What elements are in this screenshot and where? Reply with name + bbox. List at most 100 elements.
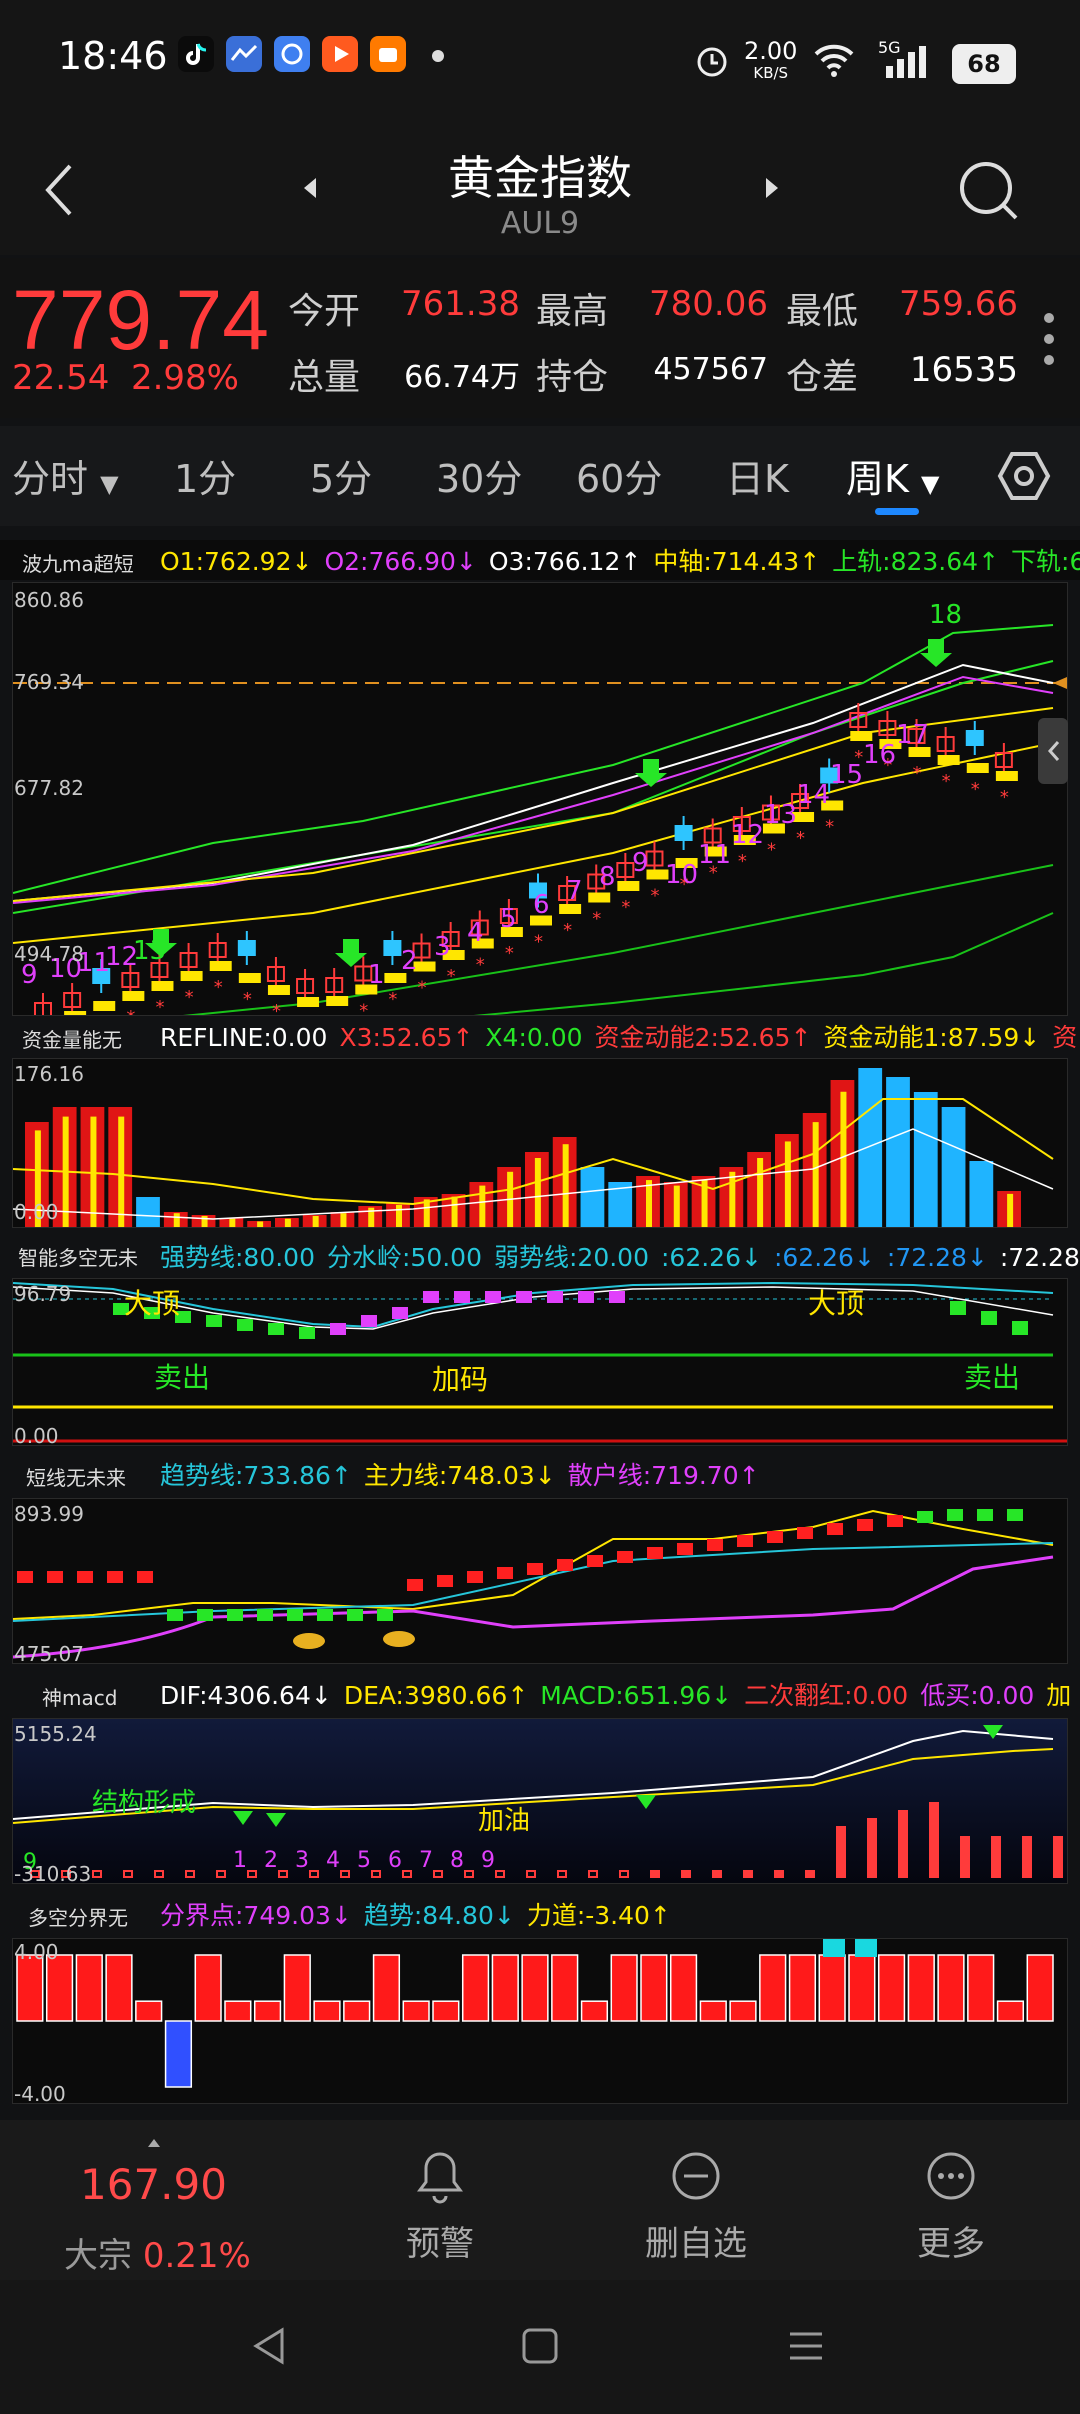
tab-60min[interactable]: 60分 — [576, 448, 662, 503]
sequence-label: 6 — [388, 1848, 402, 1873]
chevron-down-icon: ▼ — [921, 470, 940, 498]
nav-menu-button[interactable] — [786, 2326, 826, 2366]
indicator-name[interactable]: 波九ma超短 — [22, 548, 134, 577]
signal-label: 结构形成 — [92, 1788, 197, 1818]
shop-icon — [370, 36, 406, 72]
short-line-block — [77, 1571, 93, 1583]
trend-marker — [823, 1939, 845, 1957]
y-axis-top: 176.16 — [14, 1062, 84, 1086]
capital-bar-inner — [396, 1204, 402, 1227]
indicator-value: 资金动能1:87.59↓ — [823, 1023, 1041, 1052]
sequence-label: 9 — [632, 848, 649, 878]
tab-5min[interactable]: 5分 — [310, 448, 372, 503]
side-drawer-handle[interactable] — [1038, 718, 1068, 784]
open-label: 今开 — [288, 291, 361, 332]
more-button[interactable]: 更多 — [906, 2148, 996, 2278]
tab-30min[interactable]: 30分 — [436, 448, 522, 503]
macd-bar — [371, 1870, 381, 1878]
short-line-block — [677, 1543, 693, 1555]
stop-marker: * — [388, 989, 397, 1010]
stop-marker: * — [563, 920, 572, 941]
stop-marker: * — [301, 1013, 310, 1015]
stop-marker: * — [738, 851, 747, 872]
alert-label: 预警 — [406, 2224, 474, 2264]
short-line-block — [947, 1509, 963, 1521]
middle-band-line — [12, 660, 1054, 914]
tab-weekly[interactable]: 周K ▼ — [846, 448, 939, 503]
next-instrument-button[interactable] — [762, 176, 780, 200]
short-line-block — [377, 1609, 393, 1621]
short-line-block — [557, 1559, 573, 1571]
short-line-panel[interactable] — [12, 1498, 1068, 1664]
boundary-bar — [461, 1954, 490, 2022]
page-title: 黄金指数 — [448, 151, 632, 205]
macd-bar — [650, 1870, 660, 1878]
indicator-name[interactable]: 神macd — [42, 1682, 117, 1711]
instrument-code: AUL9 — [500, 206, 580, 241]
kline-chart-panel[interactable]: **********************************910111… — [12, 582, 1068, 1058]
indicator-name[interactable]: 资金量能无 — [22, 1024, 122, 1053]
chart-settings-button[interactable] — [996, 448, 1052, 504]
tab-intraday[interactable]: 分时 ▼ — [12, 448, 119, 503]
signal-block — [981, 1311, 997, 1325]
indicator-value: DEA:3980.66↑ — [343, 1681, 529, 1710]
vertical-dots-icon — [1044, 313, 1054, 365]
stop-marker: * — [418, 978, 427, 999]
sequence-label: 13 — [764, 800, 797, 830]
y-axis-bottom: 494.78 — [14, 942, 84, 966]
indicator-value: :62.26↓ — [661, 1243, 762, 1272]
network-speed: 2.00 KB/S — [744, 37, 798, 82]
indicator-values: O1:762.92↓ O2:766.90↓ O3:766.12↑ 中轴:714.43↑… — [160, 542, 1080, 578]
nav-back-button[interactable] — [250, 2326, 290, 2366]
tab-daily[interactable]: 日K — [726, 448, 789, 503]
boundary-bar — [45, 1954, 74, 2022]
stop-marker: * — [447, 966, 456, 987]
bull-bear-boundary-panel[interactable] — [12, 1938, 1068, 2104]
stop-marker: * — [214, 977, 223, 998]
stop-marker: * — [913, 763, 922, 784]
expand-icon[interactable] — [146, 2134, 162, 2147]
browser-icon — [274, 36, 310, 72]
stop-marker: * — [592, 909, 601, 930]
short-line-block — [467, 1571, 483, 1583]
macd-bar — [960, 1836, 970, 1878]
indicator-value: 中轴:714.43↑ — [653, 547, 821, 576]
stop-marker: * — [330, 1012, 339, 1015]
tab-1min[interactable]: 1分 — [174, 448, 236, 503]
capital-bar — [136, 1197, 160, 1227]
macd-bar — [712, 1870, 722, 1878]
more-menu-button[interactable] — [1042, 312, 1056, 366]
market-index-value[interactable]: 167.90 — [80, 2160, 227, 2209]
sell-signal-arrow — [266, 1813, 286, 1827]
short-line-block — [917, 1511, 933, 1523]
candle-body — [674, 825, 693, 841]
indicator-value: :72.28↓ — [886, 1243, 988, 1272]
short-line-block — [977, 1509, 993, 1521]
boundary-bar — [491, 1954, 519, 2022]
band-block — [297, 997, 320, 1007]
search-button[interactable] — [956, 158, 1020, 222]
boundary-bar — [135, 2000, 163, 2022]
indicator-name[interactable]: 短线无未来 — [26, 1462, 126, 1491]
indicator-name[interactable]: 多空分界无 — [28, 1902, 128, 1931]
alert-button[interactable]: 预警 — [400, 2148, 480, 2278]
macd-bar — [216, 1870, 226, 1878]
sequence-label: 11 — [698, 840, 731, 870]
nav-home-button[interactable] — [520, 2326, 560, 2366]
sequence-label: 2 — [264, 1848, 278, 1873]
signal-block — [392, 1307, 408, 1319]
indicator-name[interactable]: 智能多空无未 — [18, 1242, 138, 1271]
indicator-value: 散户线:719.70↑ — [567, 1461, 760, 1490]
short-line-block — [587, 1555, 603, 1567]
y-axis-bottom: -310.63 — [14, 1862, 92, 1886]
short-line-block — [857, 1519, 873, 1531]
remove-watchlist-button[interactable]: 删自选 — [636, 2148, 756, 2278]
macd-bar — [433, 1870, 443, 1878]
indicator-value: 二次翻红:0.00 — [744, 1681, 909, 1710]
macd-bar — [929, 1802, 939, 1878]
capital-volume-panel[interactable] — [12, 1058, 1068, 1228]
stop-marker: * — [621, 897, 630, 918]
indicator-value: X4:0.00 — [485, 1023, 583, 1052]
y-axis-top: 4.00 — [14, 1940, 59, 1964]
boundary-bar — [729, 2000, 757, 2022]
